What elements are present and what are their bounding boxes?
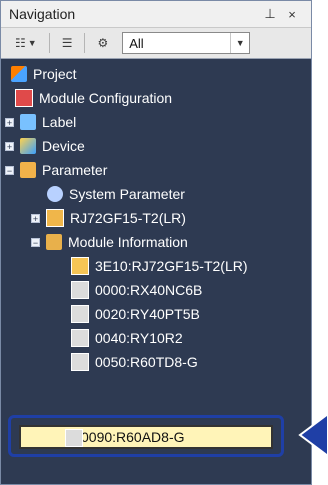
module-icon [65, 429, 83, 447]
module-icon [71, 329, 89, 347]
tree-item-module-0090-selected[interactable]: 0090:R60AD8-G [19, 425, 273, 449]
expand-icon[interactable]: + [5, 141, 14, 151]
panel-titlebar: Navigation ⊥ × [1, 1, 311, 27]
selection-highlight-frame: 0090:R60AD8-G [8, 415, 284, 457]
tree-view-button[interactable]: ☷ ▼ [9, 32, 43, 54]
chevron-down-icon[interactable]: ▼ [230, 33, 249, 53]
tree-item-module-configuration[interactable]: Module Configuration [15, 87, 172, 109]
tree-item-project[interactable]: Project [11, 63, 77, 85]
project-icon [11, 66, 27, 82]
toolbar-divider [48, 33, 50, 53]
tree-item-module-0040[interactable]: 0040:RY10R2 [71, 327, 183, 349]
tree-item-label: Device [42, 138, 85, 154]
module-information-icon [46, 234, 62, 250]
device-icon [20, 138, 36, 154]
close-icon[interactable]: × [281, 7, 303, 22]
tree-item-device[interactable]: + Device [5, 135, 85, 157]
module-icon [71, 305, 89, 323]
navigation-panel: Navigation ⊥ × ☷ ▼ ☰ ⚙ All ▼ Project Mod… [0, 0, 312, 485]
tree-item-label: 3E10:RJ72GF15-T2(LR) [95, 258, 248, 274]
expand-icon[interactable]: + [5, 117, 14, 127]
tree-item-label: Label [42, 114, 77, 130]
tree-item-label: System Parameter [69, 186, 185, 202]
expand-icon[interactable]: + [31, 213, 40, 223]
tree-item-label: 0040:RY10R2 [95, 330, 183, 346]
filter-select[interactable]: All ▼ [122, 32, 251, 54]
project-tree: Project Module Configuration + Label + D… [1, 59, 311, 371]
tree-item-label: Parameter [42, 162, 108, 178]
module-icon [71, 281, 89, 299]
settings-button[interactable]: ⚙ [91, 32, 114, 54]
tree-item-label: 0000:RX40NC6B [95, 282, 203, 298]
label-icon [20, 114, 36, 130]
tree-item-module-0000[interactable]: 0000:RX40NC6B [71, 279, 202, 301]
cpu-module-icon [46, 209, 64, 227]
system-parameter-icon [47, 186, 63, 202]
tree-view-icon: ☷ [15, 36, 26, 50]
tree-item-label: Module Information [68, 234, 188, 250]
gear-icon: ⚙ [97, 36, 109, 50]
panel-title: Navigation [9, 6, 76, 22]
filter-value: All [129, 35, 144, 51]
module-icon [71, 353, 89, 371]
tree-item-module-information[interactable]: − Module Information [31, 231, 188, 253]
tree-item-label-node[interactable]: + Label [5, 111, 76, 133]
collapse-icon[interactable]: − [5, 165, 14, 175]
tree-item-label: 0020:RY40PT5B [95, 306, 200, 322]
tree-item-label: Module Configuration [39, 90, 173, 106]
tree-item-system-parameter[interactable]: System Parameter [47, 183, 185, 205]
parameter-icon [20, 162, 36, 178]
tree-item-parameter[interactable]: − Parameter [5, 159, 107, 181]
pin-icon[interactable]: ⊥ [259, 6, 281, 22]
callout-arrow-icon [298, 414, 328, 456]
module-icon [71, 257, 89, 275]
tree-collapse-icon: ☰ [61, 36, 73, 50]
tree-collapse-button[interactable]: ☰ [56, 32, 79, 54]
tree-item-label: RJ72GF15-T2(LR) [70, 210, 186, 226]
tree-item-module-3e10[interactable]: 3E10:RJ72GF15-T2(LR) [71, 255, 248, 277]
tree-item-module-0020[interactable]: 0020:RY40PT5B [71, 303, 200, 325]
collapse-icon[interactable]: − [31, 237, 40, 247]
dropdown-arrow-icon: ▼ [27, 38, 37, 48]
module-configuration-icon [15, 89, 33, 107]
toolbar-divider [84, 33, 86, 53]
tree-item-cpu-module[interactable]: + RJ72GF15-T2(LR) [31, 207, 186, 229]
tree-item-label: 0050:R60TD8-G [95, 354, 198, 370]
navigation-toolbar: ☷ ▼ ☰ ⚙ All ▼ [1, 27, 311, 59]
tree-item-label: 0090:R60AD8-G [81, 429, 185, 445]
tree-item-label: Project [33, 66, 77, 82]
tree-item-module-0050[interactable]: 0050:R60TD8-G [71, 351, 198, 373]
